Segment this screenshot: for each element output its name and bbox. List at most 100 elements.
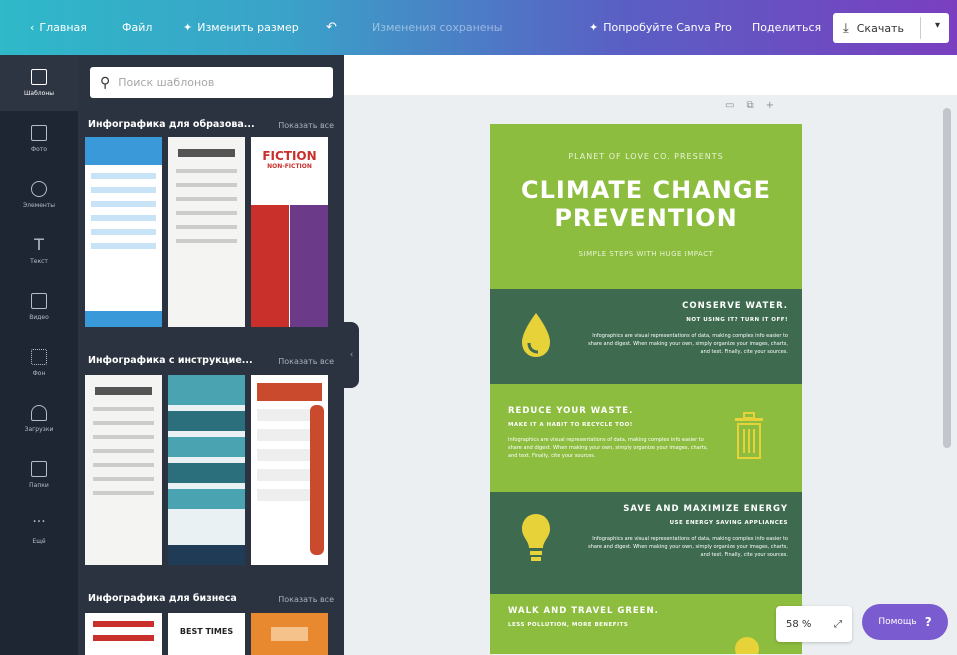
doc-title: CLIMATE CHANGE PREVENTION <box>490 176 802 232</box>
undo-button[interactable]: ↶ <box>326 0 337 55</box>
search-box[interactable]: ⚲ <box>90 67 333 98</box>
try-pro-button[interactable]: ✦ Попробуйте Canva Pro <box>589 0 732 55</box>
thumb-block <box>168 489 245 509</box>
templates-panel: ⚲ Инфографика для образова... Показать в… <box>78 55 344 655</box>
copy-page-icon[interactable]: ⧉ <box>746 100 753 111</box>
thumb-footer <box>85 311 162 327</box>
resize-label: Изменить размер <box>197 21 299 34</box>
thumb-row <box>91 243 156 249</box>
thumb-row <box>91 187 156 193</box>
sidebar-item-label: Фон <box>32 370 46 377</box>
sidebar-item-templates[interactable]: Шаблоны <box>0 55 78 111</box>
help-label: Помощь <box>878 617 917 627</box>
question-icon: ? <box>924 615 932 629</box>
file-menu-button[interactable]: Файл <box>122 0 152 55</box>
thumb-row <box>91 201 156 207</box>
template-thumbnail[interactable]: FICTION NON-FICTION <box>251 137 328 327</box>
doc-status-label: Изменения сохранены <box>372 21 503 34</box>
star-icon: ✦ <box>589 21 599 34</box>
photos-icon <box>31 125 47 141</box>
vertical-scrollbar[interactable] <box>943 108 951 448</box>
add-page-icon[interactable]: + <box>766 100 774 111</box>
sidebar-item-label: Видео <box>29 314 49 321</box>
doc-block-energy: SAVE AND MAXIMIZE ENERGY USE ENERGY SAVI… <box>490 492 802 594</box>
sidebar-item-video[interactable]: Видео <box>0 279 78 335</box>
block-body: Infographics are visual representations … <box>588 333 788 355</box>
file-label: Файл <box>122 21 153 34</box>
thumb-text: BEST TIMES <box>179 627 234 636</box>
share-label: Поделиться <box>752 21 822 34</box>
template-thumbnail[interactable] <box>168 375 245 565</box>
thumb-block <box>251 205 289 327</box>
expand-icon[interactable]: ⤢ <box>834 619 842 630</box>
home-button[interactable]: ‹ Главная <box>30 0 87 55</box>
template-thumbnail[interactable]: BEST TIMES <box>168 613 245 655</box>
sidebar-item-elements[interactable]: Элементы <box>0 167 78 223</box>
undo-icon: ↶ <box>326 20 337 35</box>
thumb-row <box>93 449 154 453</box>
block-title: CONSERVE WATER. <box>682 301 788 311</box>
thumb-row <box>176 169 237 173</box>
templates-icon <box>31 69 47 85</box>
doc-title-line: CLIMATE CHANGE <box>520 176 771 204</box>
collapse-panel-handle[interactable]: ‹ <box>344 322 359 388</box>
help-button[interactable]: Помощь ? <box>862 604 948 640</box>
template-thumbnail[interactable] <box>251 613 328 655</box>
block-body: Infographics are visual representations … <box>588 536 788 558</box>
doc-block-waste: REDUCE YOUR WASTE. MAKE IT A HABIT TO RE… <box>490 384 802 492</box>
thumb-heading <box>178 149 235 157</box>
more-icon: ··· <box>32 514 46 530</box>
thumb-block <box>168 463 245 483</box>
sidebar-item-folders[interactable]: Папки <box>0 447 78 503</box>
share-button[interactable]: Поделиться <box>752 0 821 55</box>
see-all-link[interactable]: Показать все <box>278 595 334 604</box>
sidebar-item-label: Ещё <box>32 538 46 545</box>
thumb-row <box>93 635 154 641</box>
template-thumbnail[interactable] <box>85 137 162 327</box>
elements-icon <box>31 181 47 197</box>
block-title: WALK AND TRAVEL GREEN. <box>508 606 659 616</box>
top-toolbar: ‹ Главная Файл ✦ Изменить размер ↶ Измен… <box>0 0 957 55</box>
sidebar-item-background[interactable]: Фон <box>0 335 78 391</box>
block-subtitle: USE ENERGY SAVING APPLIANCES <box>669 520 788 526</box>
template-thumbnail[interactable] <box>168 137 245 327</box>
template-thumbnail[interactable] <box>251 375 328 565</box>
uploads-icon <box>31 405 47 421</box>
thumb-row <box>176 239 237 243</box>
doc-title-line: PREVENTION <box>554 204 738 232</box>
thumb-row <box>176 225 237 229</box>
sidebar-item-more[interactable]: ··· Ещё <box>0 503 78 559</box>
chevron-left-icon: ‹ <box>30 21 35 34</box>
folders-icon <box>31 461 47 477</box>
page-tools: ▭ ⧉ + <box>725 100 774 111</box>
template-thumbnail[interactable] <box>85 375 162 565</box>
thumb-block <box>290 205 328 327</box>
add-note-icon[interactable]: ▭ <box>725 100 734 111</box>
chevron-down-icon[interactable]: ▾ <box>935 20 940 31</box>
see-all-link[interactable]: Показать все <box>278 121 334 130</box>
sidebar-item-uploads[interactable]: Загрузки <box>0 391 78 447</box>
design-document[interactable]: PLANET OF LOVE CO. PRESENTS CLIMATE CHAN… <box>490 124 802 654</box>
template-thumbnail[interactable] <box>85 613 162 655</box>
resize-button[interactable]: ✦ Изменить размер <box>183 0 299 55</box>
thumb-block <box>168 437 245 457</box>
block-title: SAVE AND MAXIMIZE ENERGY <box>623 504 788 514</box>
search-input[interactable] <box>118 76 319 89</box>
water-drop-icon <box>522 313 550 357</box>
thumb-header <box>257 383 322 401</box>
sidebar-item-text[interactable]: T Текст <box>0 223 78 279</box>
sidebar-item-label: Папки <box>29 482 49 489</box>
sidebar-item-photos[interactable]: Фото <box>0 111 78 167</box>
thumb-row <box>176 183 237 187</box>
thumb-row <box>91 173 156 179</box>
zoom-control[interactable]: 58 % ⤢ <box>776 606 852 642</box>
section-title: Инфографика для бизнеса <box>88 593 237 604</box>
see-all-link[interactable]: Показать все <box>278 357 334 366</box>
trash-can-icon <box>735 412 763 459</box>
thumb-row <box>93 621 154 627</box>
block-body: Infographics are visual representations … <box>508 437 708 459</box>
thumb-footer <box>168 545 245 565</box>
download-button[interactable]: ⤓ Скачать ▾ <box>833 13 949 43</box>
left-sidebar: Шаблоны Фото Элементы T Текст Видео Фон … <box>0 55 78 655</box>
search-icon: ⚲ <box>100 74 111 91</box>
